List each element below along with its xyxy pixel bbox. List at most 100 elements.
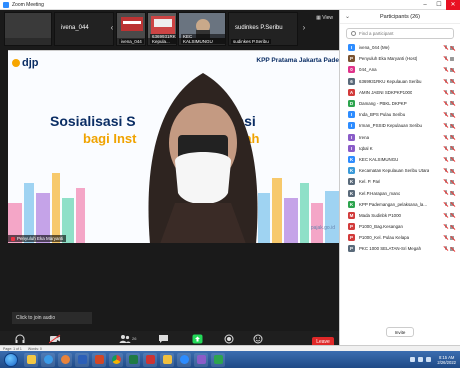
participant-row[interactable]: P PKC 1000 SELATAN-Sri Megah [340,243,460,254]
mic-muted-icon[interactable] [443,224,448,229]
mic-muted-icon[interactable] [443,134,448,140]
taskbar-app2-icon[interactable] [194,352,208,367]
taskbar-chrome-icon[interactable] [109,352,123,367]
participant-name: Penyuluh Eka Maryanti (Host) [359,56,418,62]
shared-screen: djp KPP Pratama Jakarta Pade Sosialisasi… [8,50,339,243]
participant-row[interactable]: I Irena [340,132,460,143]
mic-muted-icon[interactable] [443,190,448,195]
participant-row[interactable]: I Inda_BPS Pulau Seribu [340,109,460,120]
mic-muted-icon[interactable] [443,78,448,84]
invite-button[interactable]: Invite [386,327,414,337]
participant-row[interactable]: K Kel.P.Harapan_mano [340,187,460,198]
thumbnail-next-icon[interactable]: › [300,22,308,34]
tray-volume-icon[interactable] [418,357,424,362]
participant-search[interactable] [346,28,454,39]
tray-network-icon[interactable] [410,357,416,362]
participant-row[interactable]: K KPP Pademangan_pelaksana_la... [340,199,460,210]
video-thumbnail[interactable] [4,12,52,46]
participant-row[interactable]: 6 6369931RKU Kepulauan Seribu [340,76,460,87]
participant-name: ivena_044 (Me) [359,45,390,51]
mic-muted-icon[interactable] [443,212,448,218]
page-indicator: Page: 1 of 1 [3,346,22,351]
mic-muted-icon[interactable] [443,235,448,240]
mic-muted-icon[interactable] [443,246,448,251]
video-off-icon[interactable] [450,246,456,251]
mic-muted-icon[interactable] [443,100,448,106]
taskbar-zoom-icon[interactable] [177,352,191,367]
taskbar-excel-icon[interactable] [126,352,140,367]
video-thumbnail[interactable]: ivena_044 [54,12,114,46]
participant-row[interactable]: Iivena_044 (Me) [340,42,460,53]
mic-muted-icon[interactable] [443,168,448,173]
video-thumbnail[interactable]: KEC KALSIMUNGU [178,12,226,46]
djp-logo-text: djp [22,57,39,69]
mic-muted-icon[interactable] [443,56,448,61]
mic-muted-icon[interactable] [443,201,448,207]
participant-row[interactable]: 0 044_Ana [340,64,460,75]
video-off-icon[interactable] [450,45,456,50]
participant-row[interactable]: P P1000_Bag.Kesangan [340,221,460,232]
participant-row[interactable]: K Kecamatan Kepulauan Seribu Utara [340,165,460,176]
mic-muted-icon[interactable] [443,145,448,151]
video-off-icon[interactable] [450,135,456,139]
video-off-icon[interactable] [450,112,456,117]
participant-status-icons [443,123,456,128]
video-thumbnail[interactable]: ivena_044 [116,12,146,46]
participant-row[interactable]: P P1000_Kel. Pulau Kelapa [340,232,460,243]
mic-muted-icon[interactable] [443,123,448,128]
participant-status-icons [443,100,456,106]
participant-search-input[interactable] [359,31,449,36]
video-off-icon[interactable] [450,146,456,151]
taskbar-powerpoint-icon[interactable] [92,352,106,367]
participant-row[interactable]: D Damang - PBKL DKPKP [340,98,460,109]
video-on-icon[interactable] [450,56,456,61]
video-off-icon[interactable] [450,190,456,195]
participant-avatar: K [348,167,355,175]
collapse-chevron-icon[interactable]: ⌄ [345,13,350,20]
video-off-icon[interactable] [450,235,456,240]
video-off-icon[interactable] [450,213,456,218]
taskbar-media-icon[interactable] [58,352,72,367]
video-thumbnail[interactable]: sudinkes P.Seribu sudinkes P.Seribu [228,12,298,46]
taskbar-folder-icon[interactable] [160,352,174,367]
start-button[interactable] [4,352,18,367]
mic-muted-icon[interactable] [443,156,448,162]
video-off-icon[interactable] [450,157,456,162]
mic-muted-icon[interactable] [443,179,448,184]
mic-muted-icon[interactable] [443,67,448,72]
mic-muted-icon[interactable] [443,45,448,50]
video-off-icon[interactable] [450,179,456,184]
view-button[interactable]: ▦ View [316,15,333,21]
taskbar-app-icon[interactable] [143,352,157,367]
taskbar-word-icon[interactable] [75,352,89,367]
taskbar-app3-icon[interactable] [211,352,225,367]
taskbar-explorer-icon[interactable] [24,352,38,367]
minimize-button[interactable]: – [418,0,432,10]
join-audio-prompt[interactable]: Click to join audio [12,312,92,324]
close-window-button[interactable]: ✕ [446,0,460,10]
video-off-icon[interactable] [450,123,456,128]
tray-flag-icon[interactable] [426,357,432,362]
thumbnail-prev-icon[interactable]: ‹ [108,22,116,34]
taskbar-ie-icon[interactable] [41,352,55,367]
video-off-icon[interactable] [450,101,456,106]
video-off-icon[interactable] [450,202,456,207]
video-off-icon[interactable] [450,67,456,72]
participant-row[interactable]: K Kel. P. Pari [340,176,460,187]
participant-row[interactable]: I Iqbal K [340,143,460,154]
participant-row[interactable]: K KEC KALSIMUNGU [340,154,460,165]
taskbar-clock[interactable]: 8:15 AM 2/26/2022 [437,355,456,365]
maximize-button[interactable]: ☐ [432,0,446,10]
participant-row[interactable]: A AMIN JAENI SDKPKP1000 [340,87,460,98]
video-thumbnail[interactable]: 6369931RKUPAN Kepula... [147,12,177,46]
video-off-icon[interactable] [450,168,456,173]
participant-row[interactable]: M Mada Sudinbk P1000 [340,210,460,221]
mic-muted-icon[interactable] [443,112,448,117]
slide-title: Sosialisasi S [50,113,136,129]
video-off-icon[interactable] [450,224,456,229]
participant-row[interactable]: I Irman_PSSID Kepulauan Seribu [340,120,460,131]
mic-muted-icon[interactable] [443,89,448,95]
video-off-icon[interactable] [450,79,456,84]
video-off-icon[interactable] [450,90,456,95]
participant-row[interactable]: P Penyuluh Eka Maryanti (Host) [340,53,460,64]
